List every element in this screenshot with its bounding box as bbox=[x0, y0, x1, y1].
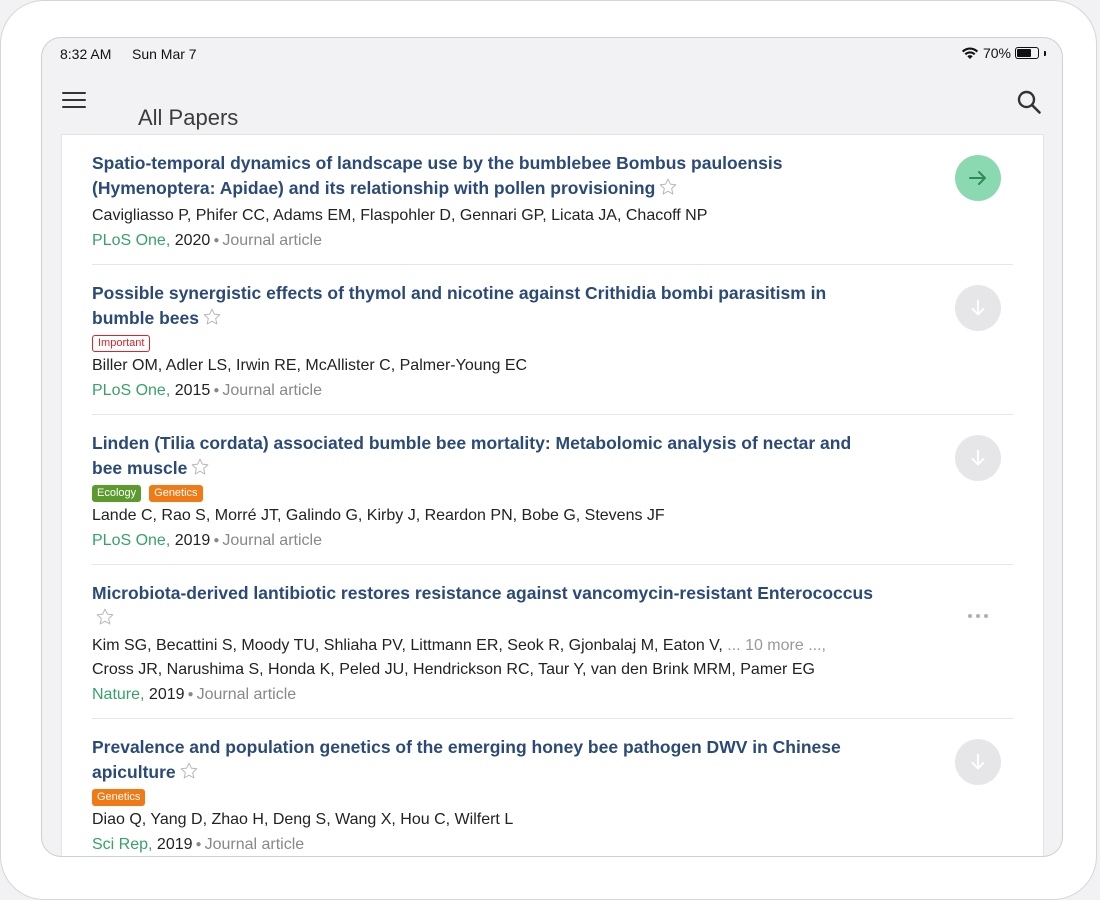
paper-title[interactable]: Possible synergistic effects of thymol a… bbox=[92, 281, 877, 334]
publication-year: 2020 bbox=[174, 232, 211, 249]
status-date: Sun Mar 7 bbox=[132, 46, 197, 62]
bullet-separator: ● bbox=[213, 385, 220, 396]
paper-list-item[interactable]: Prevalence and population genetics of th… bbox=[92, 719, 1013, 856]
battery-percent: 70% bbox=[982, 45, 1011, 61]
favorite-star-icon[interactable] bbox=[179, 761, 199, 788]
paper-authors: Lande C, Rao S, Morré JT, Galindo G, Kir… bbox=[92, 504, 892, 528]
authors-text: Kim SG, Becattini S, Moody TU, Shliaha P… bbox=[92, 637, 723, 654]
authors-text: Cavigliasso P, Phifer CC, Adams EM, Flas… bbox=[92, 207, 708, 224]
arrow-down-icon bbox=[971, 299, 985, 316]
hamburger-menu-icon[interactable] bbox=[62, 92, 86, 110]
paper-authors: Diao Q, Yang D, Zhao H, Deng S, Wang X, … bbox=[92, 808, 892, 832]
paper-title-text: Spatio-temporal dynamics of landscape us… bbox=[92, 153, 783, 198]
paper-title-text: Microbiota-derived lantibiotic restores … bbox=[92, 583, 873, 603]
page-title: All Papers bbox=[138, 104, 239, 130]
tag-list: Ecology Genetics bbox=[92, 485, 1013, 502]
publication-year: 2019 bbox=[156, 836, 193, 853]
publication-type: Journal article bbox=[204, 836, 305, 853]
wifi-icon bbox=[961, 47, 979, 59]
favorite-star-icon[interactable] bbox=[658, 177, 678, 204]
tag-list: Genetics bbox=[92, 789, 1013, 806]
publication-year: 2019 bbox=[148, 686, 185, 703]
journal-name: Sci Rep, bbox=[92, 836, 153, 853]
paper-list: Spatio-temporal dynamics of landscape us… bbox=[61, 134, 1044, 856]
publication-year: 2015 bbox=[174, 382, 211, 399]
tablet-frame: 8:32 AM Sun Mar 7 70% All Papers Spatio-… bbox=[0, 0, 1097, 900]
battery-icon bbox=[1015, 47, 1039, 59]
status-bar: 8:32 AM Sun Mar 7 70% bbox=[42, 38, 1062, 68]
paper-title[interactable]: Microbiota-derived lantibiotic restores … bbox=[92, 581, 877, 634]
paper-meta: PLoS One, 2015 ● Journal article bbox=[92, 378, 1013, 414]
paper-title-text: Prevalence and population genetics of th… bbox=[92, 737, 841, 782]
download-paper-button[interactable] bbox=[955, 739, 1001, 785]
tag-important[interactable]: Important bbox=[92, 335, 151, 352]
favorite-star-icon[interactable] bbox=[190, 457, 210, 484]
tag-genetics[interactable]: Genetics bbox=[149, 485, 203, 502]
arrow-down-icon bbox=[971, 753, 985, 770]
paper-meta: Nature, 2019 ● Journal article bbox=[92, 682, 1013, 718]
publication-year: 2019 bbox=[174, 532, 211, 549]
battery-level bbox=[1017, 49, 1031, 57]
more-options-button[interactable] bbox=[955, 593, 1001, 639]
status-indicators: 70% bbox=[961, 45, 1046, 61]
authors-text: Lande C, Rao S, Morré JT, Galindo G, Kir… bbox=[92, 507, 665, 524]
bullet-separator: ● bbox=[187, 689, 194, 700]
paper-title[interactable]: Linden (Tilia cordata) associated bumble… bbox=[92, 431, 877, 484]
paper-list-item[interactable]: Spatio-temporal dynamics of landscape us… bbox=[92, 135, 1013, 265]
download-paper-button[interactable] bbox=[955, 435, 1001, 481]
paper-authors: Cavigliasso P, Phifer CC, Adams EM, Flas… bbox=[92, 204, 892, 228]
paper-meta: Sci Rep, 2019 ● Journal article bbox=[92, 832, 1013, 856]
app-bar: All Papers bbox=[42, 74, 1062, 130]
publication-type: Journal article bbox=[222, 232, 322, 249]
download-paper-button[interactable] bbox=[955, 285, 1001, 331]
tag-genetics[interactable]: Genetics bbox=[92, 789, 146, 806]
journal-name: PLoS One, bbox=[92, 232, 171, 249]
bullet-separator: ● bbox=[213, 535, 220, 546]
journal-name: PLoS One, bbox=[92, 532, 171, 549]
journal-name: PLoS One, bbox=[92, 382, 171, 399]
tag-list: Important bbox=[92, 335, 1013, 352]
paper-list-item[interactable]: Linden (Tilia cordata) associated bumble… bbox=[92, 415, 1013, 565]
bullet-separator: ● bbox=[213, 235, 220, 246]
authors-text: Biller OM, Adler LS, Irwin RE, McAlliste… bbox=[92, 357, 528, 374]
paper-list-item[interactable]: Possible synergistic effects of thymol a… bbox=[92, 265, 1013, 415]
authors-text: Diao Q, Yang D, Zhao H, Deng S, Wang X, … bbox=[92, 811, 514, 828]
arrow-right-icon bbox=[969, 171, 986, 185]
paper-authors: Biller OM, Adler LS, Irwin RE, McAlliste… bbox=[92, 354, 892, 378]
battery-cap bbox=[1044, 50, 1046, 56]
paper-meta: PLoS One, 2020 ● Journal article bbox=[92, 228, 1013, 264]
paper-title[interactable]: Spatio-temporal dynamics of landscape us… bbox=[92, 151, 877, 204]
authors-text-continued: Cross JR, Narushima S, Honda K, Peled JU… bbox=[92, 661, 815, 678]
app-screen: 8:32 AM Sun Mar 7 70% All Papers Spatio-… bbox=[41, 37, 1063, 857]
favorite-star-icon[interactable] bbox=[202, 307, 222, 334]
status-time: 8:32 AM bbox=[60, 46, 112, 62]
search-icon[interactable] bbox=[1016, 89, 1042, 115]
ellipsis-icon bbox=[968, 614, 988, 618]
publication-type: Journal article bbox=[222, 382, 322, 399]
favorite-star-icon[interactable] bbox=[95, 607, 115, 634]
paper-authors: Kim SG, Becattini S, Moody TU, Shliaha P… bbox=[92, 634, 892, 682]
paper-list-item[interactable]: Microbiota-derived lantibiotic restores … bbox=[92, 565, 1013, 719]
paper-meta: PLoS One, 2019 ● Journal article bbox=[92, 528, 1013, 564]
arrow-down-icon bbox=[971, 449, 985, 466]
publication-type: Journal article bbox=[222, 532, 322, 549]
publication-type: Journal article bbox=[196, 686, 297, 703]
tag-ecology[interactable]: Ecology bbox=[92, 485, 142, 502]
open-paper-button[interactable] bbox=[955, 155, 1001, 201]
bullet-separator: ● bbox=[195, 839, 202, 850]
more-authors-link[interactable]: ... 10 more ..., bbox=[727, 637, 826, 654]
paper-title[interactable]: Prevalence and population genetics of th… bbox=[92, 735, 877, 788]
journal-name: Nature, bbox=[92, 686, 145, 703]
